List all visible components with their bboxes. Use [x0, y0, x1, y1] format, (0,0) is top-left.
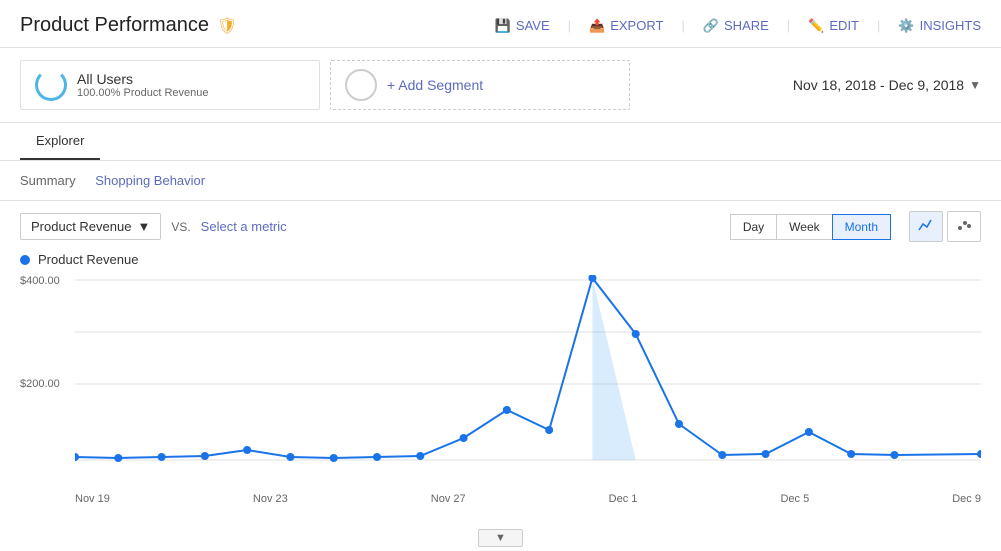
export-button[interactable]: 📤 EXPORT: [589, 18, 663, 34]
date-range-label: Nov 18, 2018 - Dec 9, 2018: [793, 77, 964, 93]
day-button[interactable]: Day: [730, 214, 776, 240]
metric-label: Product Revenue: [31, 219, 131, 234]
legend-label: Product Revenue: [38, 252, 138, 267]
divider-2: |: [681, 18, 684, 33]
segment-info: All Users 100.00% Product Revenue: [77, 71, 208, 99]
divider-4: |: [877, 18, 880, 33]
line-chart-icon: [918, 217, 934, 233]
add-segment-circle: [345, 69, 377, 101]
save-label: SAVE: [516, 18, 550, 33]
shield-icon: 🛡: [217, 16, 237, 36]
main-tabs: Explorer: [0, 123, 1001, 161]
period-buttons: Day Week Month: [730, 214, 891, 240]
x-label-nov19: Nov 19: [75, 493, 110, 505]
segment-sub: 100.00% Product Revenue: [77, 87, 208, 99]
divider-1: |: [568, 18, 571, 33]
x-label-nov23: Nov 23: [253, 493, 288, 505]
x-label-dec1: Dec 1: [609, 493, 638, 505]
month-button[interactable]: Month: [832, 214, 891, 240]
insights-label: INSIGHTS: [920, 18, 981, 33]
top-bar-left: Product Performance 🛡: [20, 14, 237, 37]
select-metric-link[interactable]: Select a metric: [201, 219, 287, 234]
chart-legend: Product Revenue: [20, 252, 981, 267]
insights-button[interactable]: ⚙️ INSIGHTS: [898, 18, 981, 34]
x-axis-labels: Nov 19 Nov 23 Nov 27 Dec 1 Dec 5 Dec 9: [75, 493, 981, 505]
sub-tab-shopping[interactable]: Shopping Behavior: [95, 169, 205, 192]
x-label-dec5: Dec 5: [780, 493, 809, 505]
x-label-dec9: Dec 9: [952, 493, 981, 505]
sub-tabs: Summary Shopping Behavior: [0, 161, 1001, 201]
export-label: EXPORT: [610, 18, 663, 33]
add-segment-label: + Add Segment: [387, 77, 483, 93]
chart-controls: Product Revenue ▼ VS. Select a metric Da…: [0, 201, 1001, 252]
y-label-400: $400.00: [20, 275, 60, 287]
dropdown-arrow-icon: ▼: [137, 219, 150, 234]
segment-circle: [35, 69, 67, 101]
x-label-nov27: Nov 27: [431, 493, 466, 505]
export-icon: 📤: [589, 18, 605, 34]
segment-name: All Users: [77, 71, 208, 87]
scatter-chart-button[interactable]: [947, 211, 981, 242]
y-axis-labels: $400.00 $200.00: [20, 275, 60, 505]
top-bar: Product Performance 🛡 💾 SAVE | 📤 EXPORT …: [0, 0, 1001, 48]
legend-dot: [20, 255, 30, 265]
share-icon: 🔗: [703, 18, 719, 34]
share-label: SHARE: [724, 18, 769, 33]
segment-bar: All Users 100.00% Product Revenue + Add …: [0, 48, 1001, 123]
divider-3: |: [787, 18, 790, 33]
top-bar-actions: 💾 SAVE | 📤 EXPORT | 🔗 SHARE | ✏️ EDIT | …: [495, 18, 981, 34]
chart-wrapper: $400.00 $200.00: [20, 275, 981, 505]
chart-area: Product Revenue $400.00 $200.00: [0, 252, 1001, 525]
add-segment-button[interactable]: + Add Segment: [330, 60, 630, 110]
segment-item-all-users[interactable]: All Users 100.00% Product Revenue: [20, 60, 320, 110]
vs-label: VS.: [171, 220, 190, 234]
scatter-chart-icon: [956, 217, 972, 233]
share-button[interactable]: 🔗 SHARE: [703, 18, 769, 34]
sub-tab-summary[interactable]: Summary: [20, 169, 76, 192]
insights-icon: ⚙️: [898, 18, 914, 34]
chart-type-buttons: [909, 211, 981, 242]
week-button[interactable]: Week: [776, 214, 831, 240]
metric-dropdown[interactable]: Product Revenue ▼: [20, 213, 161, 240]
chart-svg: [75, 275, 981, 485]
y-label-200: $200.00: [20, 378, 60, 390]
line-chart-button[interactable]: [909, 211, 943, 242]
edit-icon: ✏️: [808, 18, 824, 34]
save-button[interactable]: 💾 SAVE: [495, 18, 550, 34]
scroll-hint: ▼: [0, 525, 1001, 551]
save-icon: 💾: [495, 18, 511, 34]
page-title: Product Performance: [20, 14, 209, 37]
chevron-down-icon: ▼: [969, 78, 981, 92]
tab-explorer[interactable]: Explorer: [20, 123, 100, 160]
scroll-down-button[interactable]: ▼: [478, 529, 523, 547]
date-range-picker[interactable]: Nov 18, 2018 - Dec 9, 2018 ▼: [793, 77, 981, 93]
edit-label: EDIT: [829, 18, 859, 33]
edit-button[interactable]: ✏️ EDIT: [808, 18, 859, 34]
